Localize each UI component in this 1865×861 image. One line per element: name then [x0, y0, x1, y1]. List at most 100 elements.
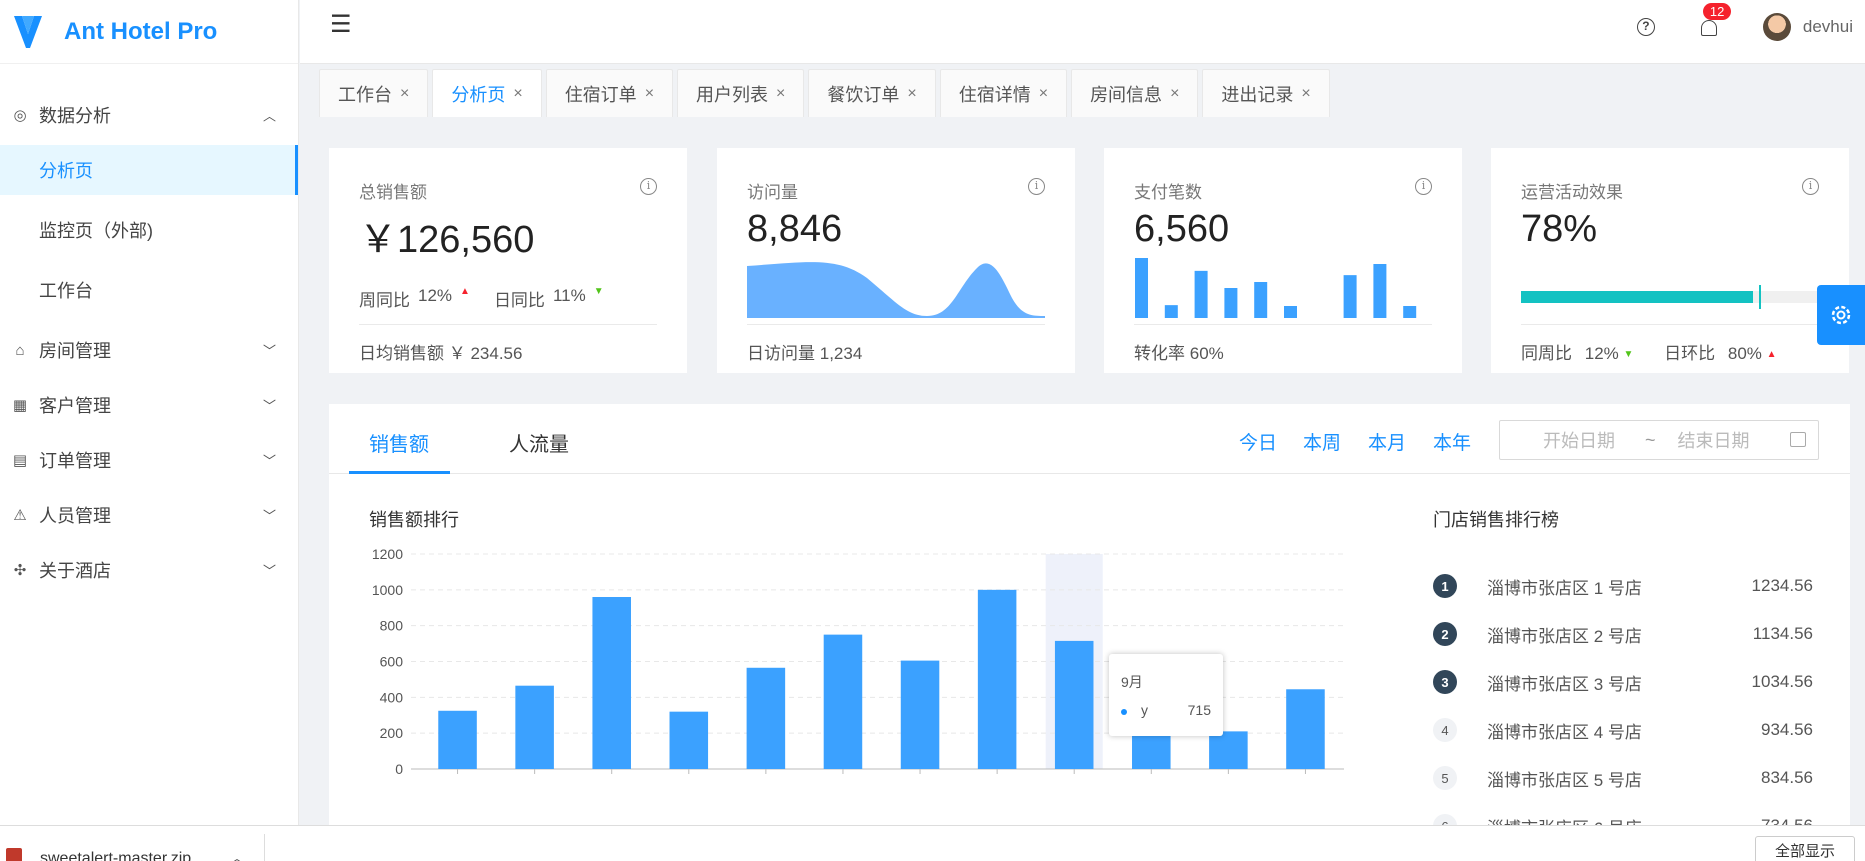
info-icon[interactable]: i [1415, 178, 1432, 195]
range-today[interactable]: 今日 [1239, 428, 1277, 455]
close-icon[interactable]: × [1170, 85, 1179, 103]
trend-label: 日环比 [1664, 344, 1716, 363]
tab-sales[interactable]: 销售额 [369, 428, 429, 457]
bar[interactable] [515, 685, 554, 769]
bar[interactable] [592, 597, 631, 769]
close-icon[interactable]: × [907, 85, 916, 103]
close-icon[interactable]: × [513, 85, 522, 103]
username[interactable]: devhui [1803, 17, 1853, 37]
sidebar: Ant Hotel Pro ◎ 数据分析 ︿ 分析页 监控页（外部) 工作台 ⌂… [0, 0, 299, 825]
download-filename[interactable]: sweetalert-master.zip [40, 850, 191, 861]
card-title: 总销售额 [359, 183, 427, 202]
tab-room-info[interactable]: 房间信息 × [1071, 69, 1199, 117]
tab-access-records[interactable]: 进出记录 × [1202, 69, 1330, 117]
sidebar-item-customer-management[interactable]: ▦ 客户管理 ﹀ [0, 380, 298, 430]
card-value: 8,846 [747, 208, 843, 250]
caret-up-icon: ▲ [1766, 349, 1777, 361]
caret-up-icon: ▲ [460, 286, 470, 297]
tab-stay-details[interactable]: 住宿详情 × [939, 69, 1068, 117]
list-item: 2 淄博市张店区 2 号店 1134.56 [1433, 610, 1813, 658]
settings-drawer-button[interactable] [1817, 285, 1865, 345]
notification-badge: 12 [1702, 3, 1732, 20]
question-icon[interactable]: ? [1636, 18, 1655, 36]
mini-bar [1343, 275, 1357, 318]
tooltip-value: 715 [1187, 702, 1211, 718]
tab-dining-orders[interactable]: 餐饮订单 × [808, 69, 936, 117]
sidebar-item-monitor-page[interactable]: 监控页（外部) [0, 205, 298, 255]
end-date-input[interactable]: 结束日期 [1678, 427, 1750, 453]
caret-down-icon: ▼ [593, 286, 604, 297]
sidebar-item-staff-management[interactable]: ⚠ 人员管理 ﹀ [0, 490, 298, 540]
close-icon[interactable]: × [1301, 85, 1310, 103]
mini-bar [1373, 264, 1387, 318]
tab-workplace[interactable]: 工作台 × [319, 69, 429, 117]
app-title: Ant Hotel Pro [64, 17, 218, 45]
bar[interactable] [1054, 640, 1094, 769]
bar[interactable] [977, 589, 1017, 769]
range-year[interactable]: 本年 [1433, 428, 1471, 455]
close-icon[interactable]: × [400, 85, 409, 103]
notification-bell[interactable]: 12 [1700, 3, 1732, 37]
info-icon[interactable]: i [1802, 178, 1819, 195]
info-icon[interactable]: i [640, 178, 657, 195]
y-tick-label: 200 [380, 725, 404, 741]
start-date-input[interactable]: 开始日期 [1543, 427, 1615, 453]
menu-fold-icon[interactable]: ☰ [330, 10, 352, 39]
y-tick-label: 600 [380, 654, 404, 670]
sidebar-item-order-management[interactable]: ▤ 订单管理 ﹀ [0, 435, 298, 485]
list-item: 3 淄博市张店区 3 号店 1034.56 [1433, 658, 1813, 706]
bar[interactable] [1209, 731, 1248, 769]
rank-number: 4 [1433, 718, 1457, 742]
sidebar-item-label: 订单管理 [39, 451, 111, 471]
bar[interactable] [669, 711, 709, 769]
footer-label: 日访问量 [747, 344, 815, 363]
y-tick-label: 800 [380, 618, 404, 634]
range-month[interactable]: 本月 [1368, 428, 1406, 455]
chevron-down-icon: ﹀ [262, 398, 276, 414]
range-week[interactable]: 本周 [1303, 428, 1341, 455]
sidebar-item-workplace[interactable]: 工作台 [0, 265, 298, 315]
chevron-down-icon: ﹀ [262, 453, 276, 469]
close-icon[interactable]: × [776, 85, 785, 103]
sidebar-item-data-analysis[interactable]: ◎ 数据分析 ︿ [0, 90, 298, 140]
sidebar-item-analysis-page[interactable]: 分析页 [0, 145, 298, 195]
mini-bar [1284, 306, 1297, 318]
info-icon[interactable]: i [1028, 178, 1045, 195]
card-title: 运营活动效果 [1521, 183, 1623, 202]
sidebar-item-label: 人员管理 [39, 506, 111, 526]
show-all-button[interactable]: 全部显示 [1755, 836, 1855, 861]
bar[interactable] [438, 710, 477, 769]
date-range-picker[interactable]: 开始日期 ~ 结束日期 [1499, 420, 1819, 460]
calendar-icon [1790, 432, 1806, 447]
bar[interactable] [900, 660, 940, 769]
bar[interactable] [746, 667, 786, 769]
sidebar-item-label: 房间管理 [39, 341, 111, 361]
card-footer: 同周比 12% ▼ 日环比 80% ▲ [1521, 324, 1819, 364]
sidebar-item-room-management[interactable]: ⌂ 房间管理 ﹀ [0, 325, 298, 375]
card-footer: 日访问量 1,234 [747, 324, 1045, 364]
bar[interactable] [1286, 689, 1325, 769]
store-value: 1134.56 [1752, 624, 1813, 643]
download-bar: sweetalert-master.zip ︿ 全部显示 [0, 825, 1865, 861]
logo[interactable]: Ant Hotel Pro [0, 0, 298, 64]
page-tabs: 工作台 × 分析页 × 住宿订单 × 用户列表 × 餐饮订单 × 住宿详情 × 房间信息 × … [319, 69, 1334, 117]
store-name: 淄博市张店区 5 号店 [1487, 770, 1642, 790]
progress-fill [1521, 291, 1754, 303]
avatar[interactable] [1762, 13, 1791, 41]
zip-file-icon [6, 848, 22, 861]
trend-value: 12% [418, 286, 453, 305]
stat-card-campaign: 运营活动效果 i 78% 同周比 12% ▼ 日环比 80% ▲ [1491, 148, 1849, 373]
chevron-down-icon: ﹀ [262, 563, 276, 579]
chevron-down-icon: ﹀ [262, 508, 276, 524]
tab-traffic[interactable]: 人流量 [509, 428, 569, 457]
mini-bar [1194, 270, 1208, 318]
close-icon[interactable]: × [645, 85, 654, 103]
bar[interactable] [823, 634, 863, 769]
tab-analysis[interactable]: 分析页 × [432, 69, 542, 117]
tab-stay-orders[interactable]: 住宿订单 × [545, 69, 674, 117]
tab-user-list[interactable]: 用户列表 × [677, 69, 805, 117]
close-icon[interactable]: × [1039, 85, 1048, 103]
chevron-up-icon[interactable]: ︿ [230, 848, 244, 861]
sidebar-item-about-hotel[interactable]: ✣ 关于酒店 ﹀ [0, 545, 298, 595]
sidebar-menu: ◎ 数据分析 ︿ 分析页 监控页（外部) 工作台 ⌂ 房间管理 ﹀ ▦ 客户管理… [0, 90, 298, 595]
